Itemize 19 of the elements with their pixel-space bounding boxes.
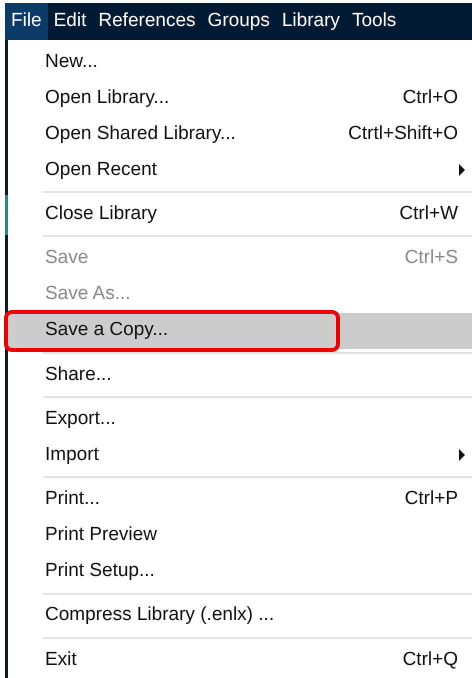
- menu-item[interactable]: Import: [8, 437, 472, 474]
- menu-item[interactable]: Print... Ctrl+P: [8, 481, 472, 518]
- menu-bar-item[interactable]: Library: [276, 3, 346, 40]
- menu-item[interactable]: Close Library Ctrl+W: [8, 196, 472, 232]
- menu-item[interactable]: Print Preview: [8, 517, 472, 554]
- menu-item[interactable]: Compress Library (.enlx) ...: [8, 598, 472, 634]
- menu-item[interactable]: Exit Ctrl+Q: [8, 642, 472, 678]
- menu-item[interactable]: Print Setup...: [8, 553, 472, 590]
- menu-item[interactable]: Open Recent: [8, 152, 472, 188]
- menu-item[interactable]: New...: [8, 44, 472, 80]
- menu-item[interactable]: Open Library... Ctrl+O: [8, 80, 472, 116]
- menu-item[interactable]: Open Shared Library... Ctrtl+Shift+O: [8, 116, 472, 152]
- menu-item[interactable]: Share...: [8, 356, 472, 393]
- menu-item[interactable]: Export...: [8, 401, 472, 438]
- menu-bar-item[interactable]: References: [92, 3, 202, 40]
- menu-bar-item[interactable]: Tools: [346, 3, 402, 40]
- menu-bar-item[interactable]: File: [5, 3, 48, 40]
- menu-bar-item[interactable]: Edit: [48, 3, 92, 40]
- menu-bar-item[interactable]: Groups: [202, 3, 276, 40]
